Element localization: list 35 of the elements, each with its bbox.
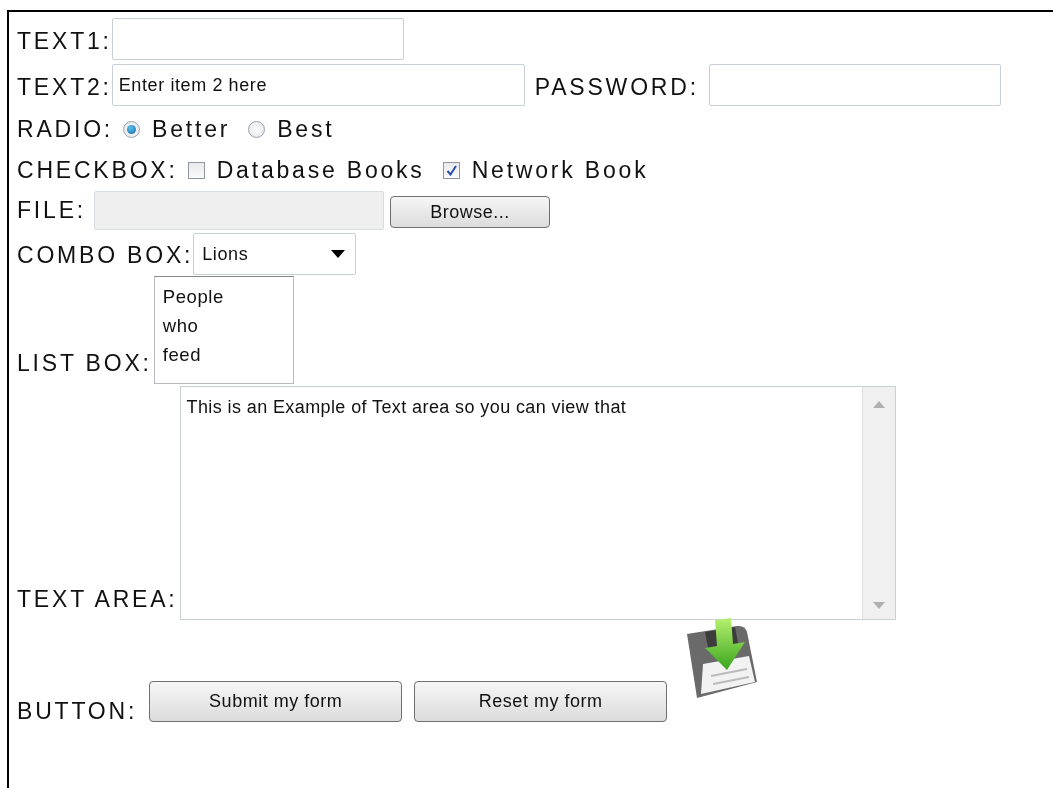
list-option[interactable]: who: [162, 311, 293, 340]
checkbox[interactable]: [187, 161, 205, 179]
list-option[interactable]: feed: [162, 340, 293, 369]
field-label: BUTTON:: [17, 697, 138, 726]
password-field[interactable]: [708, 64, 1001, 106]
list-option[interactable]: People: [162, 282, 293, 311]
dropdown-arrow-icon[interactable]: [331, 250, 346, 258]
field-label: RADIO:: [17, 115, 114, 144]
field-label: COMBO BOX:: [17, 241, 194, 270]
field-label: TEXT AREA:: [17, 585, 178, 614]
field-label: TEXT1:: [17, 27, 112, 56]
checkbox-label: Database Books: [216, 156, 425, 185]
field-label: LIST BOX:: [17, 349, 152, 378]
field-label: CHECKBOX:: [17, 156, 178, 185]
scroll-down-icon[interactable]: [872, 602, 885, 609]
radio-button[interactable]: [123, 120, 141, 138]
combo-box[interactable]: Lions: [193, 233, 357, 275]
form-button[interactable]: Reset my form: [414, 681, 668, 722]
field-label: FILE:: [17, 196, 86, 225]
radio-label: Better: [152, 115, 231, 144]
field-label: TEXT2:: [17, 73, 112, 102]
text-field[interactable]: [111, 18, 404, 60]
form-button[interactable]: Submit my form: [149, 681, 403, 722]
scroll-up-icon[interactable]: [872, 401, 885, 408]
browse-button[interactable]: Browse...: [389, 196, 550, 228]
field-label: PASSWORD:: [534, 73, 699, 102]
text-field[interactable]: Enter item 2 here: [111, 64, 525, 106]
radio-button[interactable]: [248, 120, 266, 138]
file-path-field[interactable]: [93, 191, 384, 230]
checkbox[interactable]: [442, 161, 460, 179]
list-box[interactable]: People who feed: [153, 276, 294, 384]
checkbox-label: Network Book: [471, 156, 649, 185]
scrollbar[interactable]: [861, 387, 895, 619]
text-area[interactable]: This is an Example of Text area so you can view that: [179, 386, 896, 620]
radio-label: Best: [277, 115, 335, 144]
